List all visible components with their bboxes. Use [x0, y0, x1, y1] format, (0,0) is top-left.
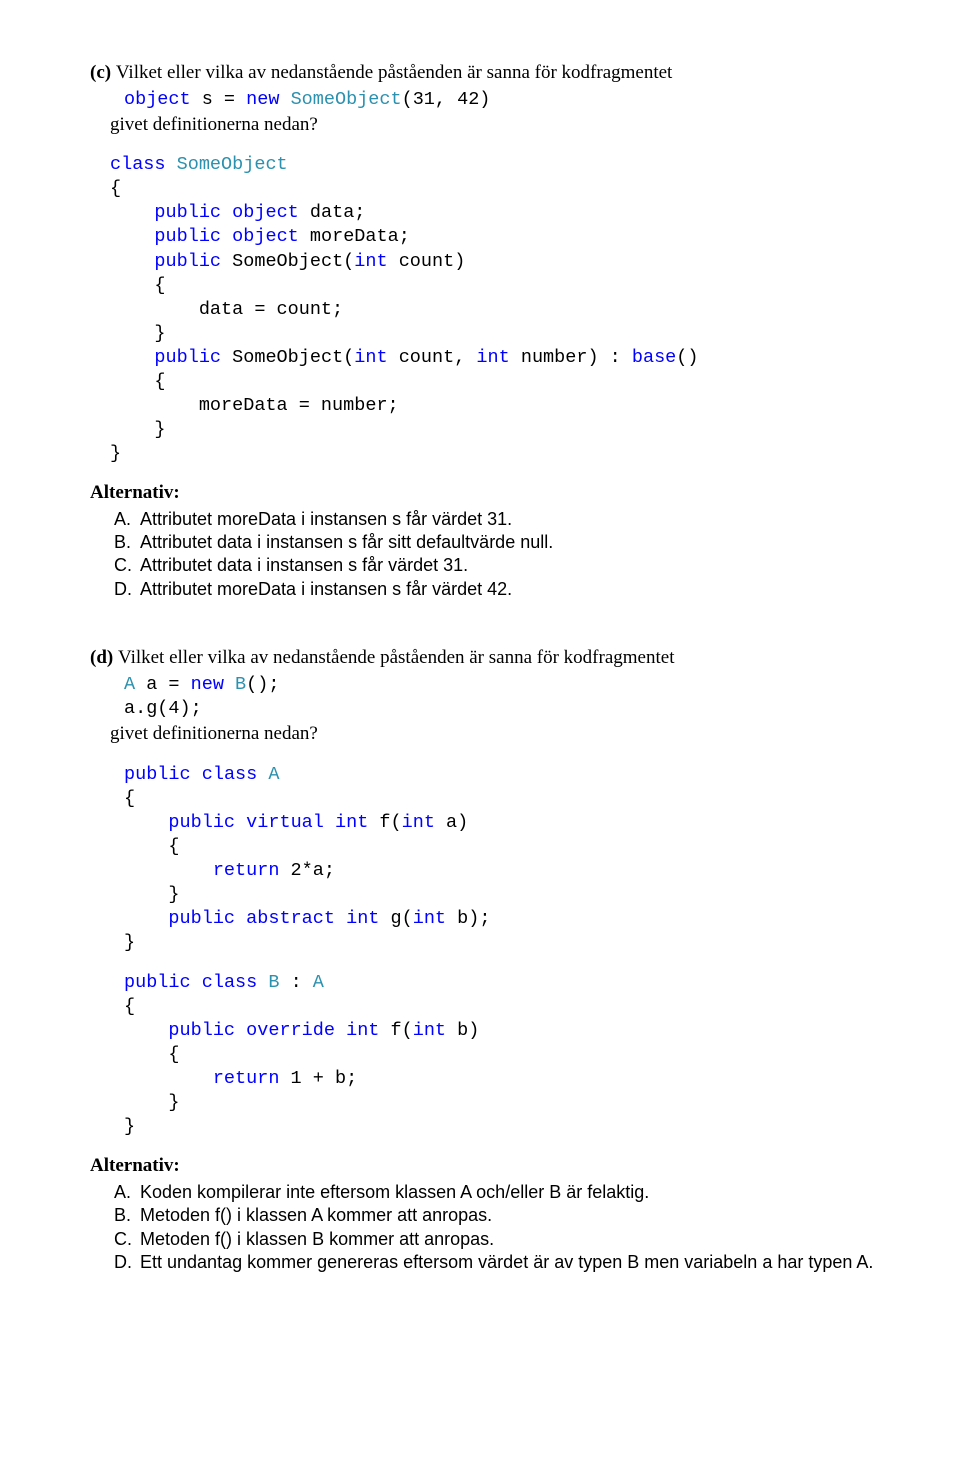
alt-letter: A.: [114, 1181, 140, 1204]
alt-text: Attributet moreData i instansen s får vä…: [140, 578, 512, 601]
alt-text: Koden kompilerar inte eftersom klassen A…: [140, 1181, 649, 1204]
alt-letter: B.: [114, 531, 140, 554]
alt-letter: B.: [114, 1204, 140, 1227]
question-d-intro-text: Vilket eller vilka av nedanstående påstå…: [118, 647, 674, 668]
question-d-alt-heading: Alternativ:: [90, 1153, 890, 1179]
alt-letter: D.: [114, 578, 140, 601]
question-c-given: givet definitionerna nedan?: [110, 112, 890, 138]
question-c-code: class SomeObject { public object data; p…: [110, 153, 890, 466]
question-d-fragment-1: A a = new B();: [124, 673, 890, 697]
alt-item: A.Koden kompilerar inte eftersom klassen…: [114, 1181, 890, 1204]
alt-item: C.Attributet data i instansen s får värd…: [114, 554, 890, 577]
question-d-fragment-2: a.g(4);: [124, 697, 890, 721]
question-d: (d) Vilket eller vilka av nedanstående p…: [90, 645, 890, 1274]
alt-letter: D.: [114, 1251, 140, 1274]
alt-text: Ett undantag kommer genereras eftersom v…: [140, 1251, 873, 1274]
alt-item: D.Attributet moreData i instansen s får …: [114, 578, 890, 601]
question-c-intro: (c) Vilket eller vilka av nedanstående p…: [90, 60, 890, 86]
alt-item: C.Metoden f() i klassen B kommer att anr…: [114, 1228, 890, 1251]
alt-item: B.Metoden f() i klassen A kommer att anr…: [114, 1204, 890, 1227]
alt-letter: C.: [114, 1228, 140, 1251]
alt-text: Attributet moreData i instansen s får vä…: [140, 508, 512, 531]
question-d-code-b: public class B : A { public override int…: [124, 971, 890, 1139]
question-c-fragment: object s = new SomeObject(31, 42): [124, 88, 890, 112]
question-c-intro-text: Vilket eller vilka av nedanstående påstå…: [116, 62, 672, 83]
question-d-intro: (d) Vilket eller vilka av nedanstående p…: [90, 645, 890, 671]
alt-item: A.Attributet moreData i instansen s får …: [114, 508, 890, 531]
question-d-code-a: public class A { public virtual int f(in…: [124, 763, 890, 955]
alt-item: B.Attributet data i instansen s får sitt…: [114, 531, 890, 554]
question-d-label: (d): [90, 647, 118, 668]
question-d-alt-list: A.Koden kompilerar inte eftersom klassen…: [90, 1181, 890, 1275]
question-d-given: givet definitionerna nedan?: [110, 721, 890, 747]
question-c-alt-heading: Alternativ:: [90, 480, 890, 506]
question-c-alt-list: A.Attributet moreData i instansen s får …: [90, 508, 890, 602]
question-c-label: (c): [90, 62, 116, 83]
alt-item: D.Ett undantag kommer genereras eftersom…: [114, 1251, 890, 1274]
alt-text: Attributet data i instansen s får värdet…: [140, 554, 468, 577]
alt-letter: C.: [114, 554, 140, 577]
alt-letter: A.: [114, 508, 140, 531]
alt-text: Metoden f() i klassen A kommer att anrop…: [140, 1204, 492, 1227]
alt-text: Attributet data i instansen s får sitt d…: [140, 531, 553, 554]
question-c: (c) Vilket eller vilka av nedanstående p…: [90, 60, 890, 601]
alt-text: Metoden f() i klassen B kommer att anrop…: [140, 1228, 494, 1251]
